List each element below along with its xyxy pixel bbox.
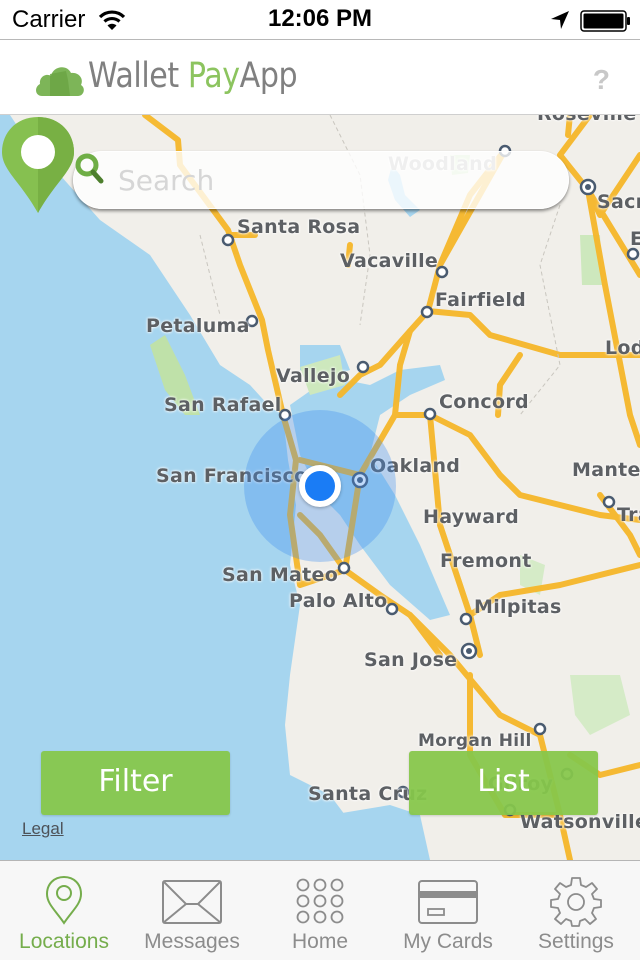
list-button[interactable]: List	[409, 751, 598, 815]
map-label: Morgan Hill	[418, 731, 532, 751]
grid-dots-icon	[296, 878, 344, 924]
location-pin-icon	[45, 875, 83, 925]
tab-home[interactable]: Home	[256, 861, 384, 960]
battery-icon	[580, 10, 630, 32]
map-label: Lod	[605, 337, 640, 359]
tab-label: Locations	[19, 930, 109, 953]
tab-label: Settings	[538, 930, 614, 953]
map-pin-icon[interactable]	[0, 115, 76, 215]
map-label: Petaluma	[146, 315, 250, 337]
map-label: Sacr	[597, 191, 640, 213]
location-arrow-icon	[551, 11, 569, 29]
tab-settings[interactable]: Settings	[512, 861, 640, 960]
app-title-app: App	[239, 56, 298, 96]
tab-label: My Cards	[403, 930, 493, 953]
user-location-dot[interactable]	[299, 465, 341, 507]
status-bar: Carrier 12:06 PM	[0, 0, 640, 40]
map-label: Milpitas	[474, 596, 562, 618]
tab-label: Messages	[144, 930, 240, 953]
map-view[interactable]: Roseville Woodland Sacr E Santa Rosa Vac…	[0, 115, 640, 860]
gear-icon	[550, 877, 602, 927]
envelope-icon	[162, 880, 222, 924]
map-label: Fremont	[440, 550, 532, 572]
map-label: Fairfield	[435, 289, 527, 311]
app-screen: Carrier 12:06 PM Wallet PayApp ? Sac E S…	[0, 0, 640, 960]
map-label: Vacaville	[340, 250, 439, 272]
tab-messages[interactable]: Messages	[128, 861, 256, 960]
search-bar[interactable]	[73, 151, 569, 209]
tab-locations[interactable]: Locations	[0, 861, 128, 960]
credit-card-icon	[418, 880, 478, 924]
help-button[interactable]: ?	[593, 64, 610, 96]
map-label: Roseville	[537, 115, 636, 125]
map-label: Mante	[572, 459, 640, 481]
map-label: Palo Alto	[289, 590, 388, 612]
clock: 12:06 PM	[267, 5, 373, 32]
app-title: Wallet PayApp	[88, 56, 298, 96]
map-label: Tra	[617, 504, 640, 526]
tab-bar: Locations Messages Home My Cards Setting…	[0, 860, 640, 960]
map-label: E	[630, 228, 640, 250]
app-title-wallet: Wallet	[88, 56, 188, 96]
map-label: San Mateo	[222, 564, 339, 586]
app-title-pay: Pay	[187, 56, 240, 96]
filter-button[interactable]: Filter	[41, 751, 230, 815]
search-icon	[75, 153, 104, 184]
map-label: Hayward	[423, 506, 519, 528]
map-label: San Jose	[364, 649, 458, 671]
legal-link[interactable]: Legal	[22, 819, 64, 839]
map-label: Santa Rosa	[237, 216, 361, 238]
app-header: Wallet PayApp ?	[0, 40, 640, 115]
map-label: Concord	[439, 391, 529, 413]
tab-label: Home	[291, 930, 349, 953]
map-label: Vallejo	[276, 365, 351, 387]
cloud-logo-icon	[36, 67, 84, 96]
tab-my-cards[interactable]: My Cards	[384, 861, 512, 960]
map-label: San Rafael	[164, 394, 282, 416]
search-input[interactable]	[118, 160, 538, 200]
